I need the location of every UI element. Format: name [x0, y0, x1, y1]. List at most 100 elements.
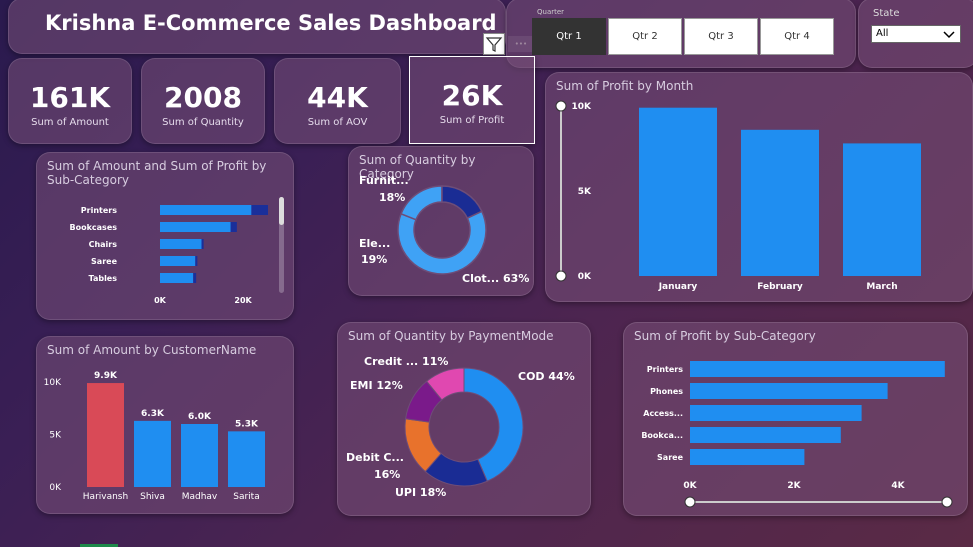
data-label: 6.3K: [141, 409, 165, 419]
data-label: 5.3K: [235, 419, 259, 429]
data-label: Clot... 63%: [462, 272, 529, 285]
quarter-option-qtr1[interactable]: Qtr 1: [532, 18, 606, 55]
donut-slice: [400, 185, 443, 221]
quarter-option-qtr2[interactable]: Qtr 2: [608, 18, 682, 55]
bar: [87, 383, 124, 487]
category-label: Chairs: [89, 240, 118, 249]
data-label: UPI 18%: [395, 486, 446, 499]
quarter-slicer: Quarter Qtr 1 Qtr 2 Qtr 3 Qtr 4: [506, 0, 856, 68]
category-label: Printers: [81, 206, 117, 215]
y-tick-label: 5K: [49, 431, 62, 441]
state-dropdown[interactable]: All: [871, 25, 961, 43]
category-label: Bookca...: [641, 431, 683, 440]
kpi-label: Sum of Amount: [31, 117, 109, 128]
bar: [134, 420, 171, 487]
x-tick-label: 4K: [891, 481, 905, 491]
data-label: Ele...: [359, 237, 390, 250]
x-tick-label: 0K: [154, 296, 167, 305]
chart-card-profit-month: Sum of Profit by Month 0K 5K 10K January Feb…: [545, 72, 973, 302]
bar-amount: [160, 222, 231, 232]
bar-amount: [160, 256, 196, 266]
category-label: Saree: [657, 453, 684, 462]
kpi-value: 26K: [441, 79, 503, 112]
category-label: Saree: [91, 257, 118, 266]
bar: [228, 431, 265, 487]
bar: [690, 361, 945, 377]
x-tick-label: 0K: [683, 481, 697, 491]
y-tick-label: 5K: [578, 187, 592, 197]
kpi-value: 44K: [307, 81, 368, 114]
state-slicer: State All: [858, 0, 973, 68]
category-label: Shiva: [140, 492, 165, 502]
bar-amount: [160, 205, 252, 215]
title-card: Krishna E-Commerce Sales Dashboard: [8, 0, 506, 54]
kpi-value: 161K: [29, 81, 111, 114]
y-tick-label: 10K: [572, 102, 593, 112]
category-label: Phones: [650, 387, 683, 396]
bar: [690, 405, 862, 421]
scrollbar[interactable]: [279, 197, 284, 293]
kpi-card-aov: 44K Sum of AOV: [274, 58, 401, 144]
category-label: Sarita: [233, 492, 259, 502]
data-label: 16%: [374, 468, 400, 481]
chevron-down-icon: [943, 31, 955, 39]
data-label: 18%: [379, 191, 405, 204]
data-label: Furnit...: [359, 174, 409, 187]
slider-handle-right: [941, 496, 953, 508]
bar-profit: [195, 256, 198, 266]
chart-profit-month: 0K 5K 10K January February March: [555, 100, 921, 292]
category-label: February: [757, 282, 803, 292]
page-title: Krishna E-Commerce Sales Dashboard: [45, 11, 497, 35]
kpi-value: 2008: [164, 81, 242, 114]
data-label: EMI 12%: [350, 379, 403, 392]
state-dropdown-value: All: [876, 28, 889, 39]
filter-icon[interactable]: [483, 33, 505, 55]
data-label: 6.0K: [188, 412, 212, 422]
chart-card-qty-payment: Sum of Quantity by PaymentMode COD 44% UP…: [337, 322, 591, 516]
chart-card-amount-profit-subcat: Sum of Amount and Sum of Profit by Sub-C…: [36, 152, 294, 320]
bar: [843, 143, 921, 276]
chart-qty-category: Clot... 63% Ele... 19% Furnit... 18%: [359, 174, 529, 285]
chart-amount-customer: 0K 5K 10K 9.9K Harivansh 6.3K Shiva 6.0K Madhav 5…: [44, 371, 265, 502]
category-label: Madhav: [182, 492, 218, 502]
bar: [181, 424, 218, 487]
category-label: Harivansh: [83, 492, 128, 502]
bar: [741, 129, 819, 276]
chart-qty-payment: COD 44% UPI 18% Debit C... 16% EMI 12% Credit…: [346, 355, 575, 499]
kpi-label: Sum of AOV: [307, 117, 368, 128]
category-label: March: [866, 282, 897, 292]
slider-handle-top: [555, 100, 567, 112]
category-label: Bookcases: [70, 223, 118, 232]
bar: [690, 427, 841, 443]
chart-card-qty-category: Sum of Quantity by Category Clot... 63% E…: [348, 146, 534, 296]
bar: [690, 449, 805, 465]
bar: [690, 383, 888, 399]
y-tick-label: 0K: [49, 483, 62, 493]
bar-profit: [193, 273, 197, 283]
bar-profit: [251, 205, 268, 215]
kpi-card-amount: 161K Sum of Amount: [8, 58, 132, 144]
donut-slice: [441, 185, 483, 220]
scrollbar-thumb[interactable]: [279, 197, 284, 225]
data-label: Credit ... 11%: [364, 355, 448, 368]
data-label: Debit C...: [346, 451, 404, 464]
chart-card-amount-customer: Sum of Amount by CustomerName 0K 5K 10K 9.9…: [36, 336, 294, 514]
quarter-option-qtr4[interactable]: Qtr 4: [760, 18, 834, 55]
x-tick-label: 2K: [787, 481, 801, 491]
data-label: 19%: [361, 253, 387, 266]
category-label: Access...: [643, 409, 683, 418]
data-label: COD 44%: [518, 370, 575, 383]
data-label: 9.9K: [94, 371, 118, 381]
category-label: January: [658, 282, 698, 292]
kpi-card-profit[interactable]: 26K Sum of Profit: [409, 56, 535, 144]
x-tick-label: 20K: [234, 296, 252, 305]
kpi-label: Sum of Profit: [439, 115, 505, 126]
y-tick-label: 0K: [578, 272, 592, 282]
bar-amount: [160, 273, 194, 283]
kpi-card-quantity: 2008 Sum of Quantity: [141, 58, 265, 144]
chart-profit-subcat: Printers Phones Access... Bookca... Saree 0K 2…: [641, 361, 953, 508]
category-label: Tables: [89, 274, 118, 283]
category-label: Printers: [647, 365, 683, 374]
slider-handle-left: [684, 496, 696, 508]
quarter-option-qtr3[interactable]: Qtr 3: [684, 18, 758, 55]
